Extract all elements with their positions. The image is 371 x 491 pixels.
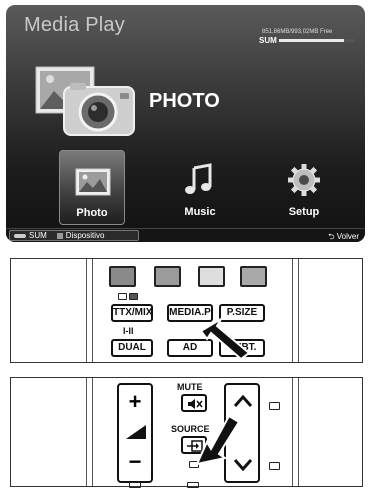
menu-item-label: Music — [184, 206, 216, 218]
menu-item-label: Photo — [76, 207, 108, 219]
remote-edge-left — [86, 378, 93, 486]
volume-down-button[interactable]: − — [119, 451, 151, 473]
mute-label: MUTE — [177, 382, 203, 392]
blue-button[interactable] — [240, 266, 267, 287]
gear-icon — [288, 164, 320, 196]
menu-item-music[interactable]: Music — [167, 150, 233, 225]
storage-device-label: SUM — [259, 36, 277, 45]
mute-button[interactable] — [181, 394, 207, 412]
volume-rocker[interactable]: + − — [117, 383, 153, 483]
volume-wedge-icon — [126, 425, 146, 439]
status-bar: SUM Dispositivo ⮌ Volver — [6, 228, 365, 242]
dual-label: I-II — [123, 326, 134, 336]
remote-edge-left — [86, 259, 93, 362]
pointer-arrow-icon — [199, 316, 251, 361]
app-title: Media Play — [24, 14, 125, 36]
bottom-mini-icon-left — [129, 482, 141, 488]
device-label: Dispositivo — [65, 231, 105, 240]
dual-button[interactable]: DUAL — [111, 339, 153, 357]
bottom-mini-icon-mid — [187, 482, 199, 488]
remote-edge-right — [292, 259, 299, 362]
back-hint[interactable]: ⮌ Volver — [328, 231, 359, 242]
red-button[interactable] — [109, 266, 136, 287]
teletext-mix-icon — [129, 293, 138, 300]
photo-icon — [75, 168, 111, 196]
pointer-arrow-icon — [195, 414, 241, 466]
yellow-button[interactable] — [198, 266, 225, 287]
remote-closeup-media-p: TTX/MIX MEDIA.P P.SIZE I-II DUAL AD SUBT… — [10, 258, 363, 363]
storage-usage-bar — [279, 39, 354, 42]
return-icon: ⮌ — [328, 232, 335, 241]
teletext-icon — [118, 293, 127, 300]
list-mini-icon — [269, 462, 280, 470]
back-label: Volver — [336, 232, 359, 241]
remote-icon — [14, 233, 26, 238]
ttx-mix-button[interactable]: TTX/MIX — [111, 304, 153, 322]
sum-device-hint[interactable]: SUM Dispositivo — [9, 230, 139, 241]
storage-usage-fill — [279, 39, 344, 42]
volume-up-button[interactable]: + — [119, 391, 151, 413]
storage-info: 851,86MB/993,02MB Free — [262, 29, 333, 35]
green-button[interactable] — [154, 266, 181, 287]
channel-up-icon[interactable] — [234, 395, 252, 407]
menu-item-photo[interactable]: Photo — [59, 150, 125, 225]
menu-item-setup[interactable]: Setup — [271, 150, 337, 225]
device-icon — [56, 232, 63, 239]
tv-screen: Media Play 851,86MB/993,02MB Free SUM PH… — [6, 5, 365, 242]
menu-item-label: Setup — [288, 206, 320, 218]
speaker-muted-icon — [188, 399, 203, 409]
section-title: PHOTO — [149, 90, 220, 112]
remote-edge-right — [292, 378, 299, 486]
sum-label: SUM — [29, 231, 47, 240]
info-mini-icon — [269, 402, 280, 410]
remote-closeup-source: + − MUTE SOURCE — [10, 377, 363, 488]
photo-camera-graphic — [35, 66, 135, 136]
music-note-icon — [185, 163, 212, 194]
